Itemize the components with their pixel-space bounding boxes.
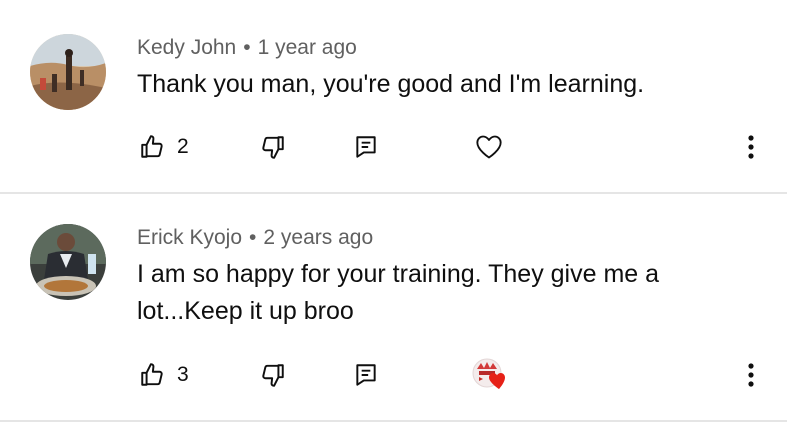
reply-icon	[356, 136, 376, 158]
reply-icon	[356, 364, 376, 386]
more-options-button[interactable]	[736, 355, 766, 395]
comment-actions: 2	[0, 127, 787, 167]
thumbs-down-icon	[262, 136, 284, 159]
more-vert-icon	[748, 363, 754, 387]
user-photo-avatar-icon	[30, 34, 106, 110]
comment-meta: Kedy John • 1 year ago	[137, 36, 357, 60]
timestamp[interactable]: 1 year ago	[258, 36, 357, 59]
heart-button[interactable]	[475, 127, 503, 167]
author-name[interactable]: Erick Kyojo	[137, 226, 242, 249]
more-options-button[interactable]	[736, 127, 766, 167]
avatar[interactable]	[30, 224, 106, 300]
like-button[interactable]: 2	[139, 127, 189, 167]
dislike-button[interactable]	[260, 355, 286, 395]
like-button[interactable]: 3	[139, 355, 189, 395]
more-vert-icon	[748, 135, 754, 159]
thumbs-up-icon	[141, 135, 163, 158]
like-count: 3	[177, 363, 189, 386]
comment-divider	[0, 420, 787, 422]
separator: •	[243, 36, 251, 59]
comment-item: Kedy John • 1 year ago Thank you man, you'…	[0, 0, 787, 192]
user-photo-avatar-icon	[30, 224, 106, 300]
reply-button[interactable]	[354, 127, 378, 167]
avatar[interactable]	[30, 34, 106, 110]
creator-heart-badge[interactable]	[471, 355, 511, 395]
thumbs-down-icon	[262, 364, 284, 387]
dislike-button[interactable]	[260, 127, 286, 167]
author-name[interactable]: Kedy John	[137, 36, 236, 59]
comment-text: Thank you man, you're good and I'm learn…	[137, 70, 645, 98]
heart-icon	[476, 135, 502, 159]
creator-heart-icon	[472, 358, 505, 389]
comment-meta: Erick Kyojo • 2 years ago	[137, 226, 373, 250]
reply-button[interactable]	[354, 355, 378, 395]
comment-text: I am so happy for your training. They gi…	[137, 260, 660, 325]
thumbs-up-icon	[141, 363, 163, 386]
separator: •	[249, 226, 257, 249]
like-count: 2	[177, 135, 189, 158]
timestamp[interactable]: 2 years ago	[263, 226, 373, 249]
comment-item: Erick Kyojo • 2 years ago I am so happy fo…	[0, 194, 787, 421]
comment-actions: 3	[0, 355, 787, 395]
